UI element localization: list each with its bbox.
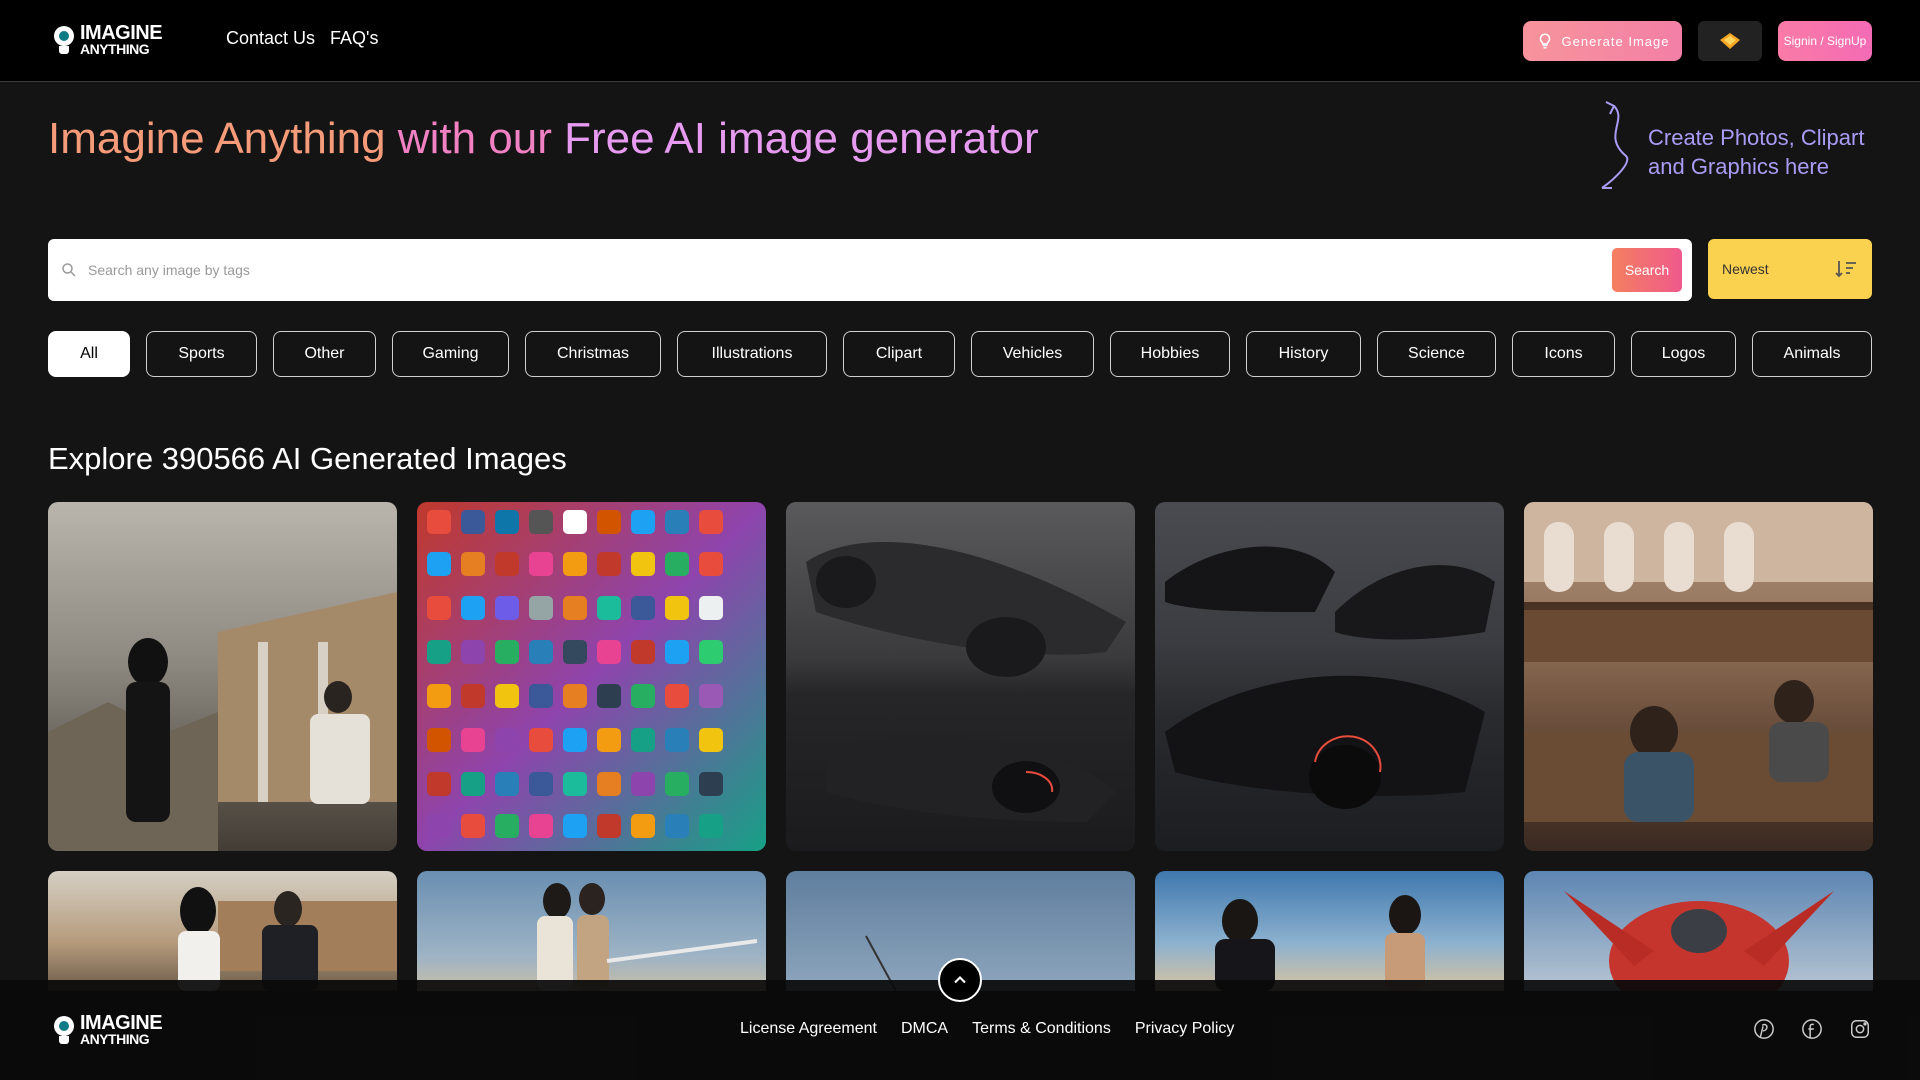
category-gaming[interactable]: Gaming bbox=[392, 331, 509, 377]
gallery-image bbox=[1564, 891, 1834, 991]
hero-note: Create Photos, Clipart and Graphics here bbox=[1648, 125, 1865, 179]
credits-button[interactable] bbox=[1698, 21, 1762, 61]
category-logos[interactable]: Logos bbox=[1631, 331, 1736, 377]
lightbulb-logo-icon bbox=[52, 24, 76, 56]
image-card[interactable] bbox=[417, 871, 766, 991]
category-clipart[interactable]: Clipart bbox=[843, 331, 955, 377]
sort-icon bbox=[1835, 261, 1856, 278]
footer-link-dmca[interactable]: DMCA bbox=[901, 1020, 948, 1038]
lightbulb-icon bbox=[1539, 33, 1550, 49]
instagram-icon[interactable] bbox=[1849, 1018, 1871, 1040]
footer-link-terms[interactable]: Terms & Conditions bbox=[972, 1020, 1111, 1038]
category-animals[interactable]: Animals bbox=[1752, 331, 1872, 377]
nav-contact-us[interactable]: Contact Us bbox=[226, 28, 315, 49]
category-other[interactable]: Other bbox=[273, 331, 376, 377]
chevron-up-icon bbox=[954, 976, 966, 984]
logo-line2: ANYTHING bbox=[80, 41, 150, 57]
gallery-image bbox=[1165, 546, 1495, 809]
gallery-image bbox=[1215, 895, 1425, 991]
signin-signup-button[interactable]: Signin / SignUp bbox=[1778, 21, 1872, 61]
image-card[interactable] bbox=[417, 502, 766, 851]
coins-icon bbox=[1720, 33, 1740, 49]
sort-dropdown[interactable]: Newest bbox=[1708, 239, 1872, 299]
image-card[interactable] bbox=[48, 871, 397, 991]
image-card[interactable] bbox=[1155, 871, 1504, 991]
hero-title-part2: with our bbox=[397, 114, 552, 163]
footer-logo[interactable]: IMAGINE ANYTHING bbox=[52, 1013, 163, 1047]
category-illustrations[interactable]: Illustrations bbox=[677, 331, 827, 377]
image-card[interactable] bbox=[48, 502, 397, 851]
category-history[interactable]: History bbox=[1246, 331, 1361, 377]
sort-value: Newest bbox=[1722, 261, 1769, 277]
hero-title-part1: Imagine Anything bbox=[48, 114, 386, 163]
category-vehicles[interactable]: Vehicles bbox=[971, 331, 1094, 377]
footer-logo-line2: ANYTHING bbox=[80, 1031, 150, 1047]
search-input[interactable] bbox=[88, 239, 1568, 301]
hero-title-part3: Free AI image generator bbox=[564, 114, 1039, 163]
generate-image-button[interactable]: Generate Image bbox=[1523, 21, 1682, 61]
facebook-icon[interactable] bbox=[1801, 1018, 1823, 1040]
image-card[interactable] bbox=[1524, 871, 1873, 991]
category-science[interactable]: Science bbox=[1377, 331, 1496, 377]
search-icon bbox=[62, 263, 76, 277]
category-christmas[interactable]: Christmas bbox=[525, 331, 661, 377]
image-card[interactable] bbox=[1524, 502, 1873, 851]
nav-faqs[interactable]: FAQ's bbox=[330, 28, 378, 49]
header-logo[interactable]: IMAGINE ANYTHING bbox=[52, 23, 163, 57]
explore-title: Explore 390566 AI Generated Images bbox=[48, 441, 567, 476]
hero-title: Imagine Anything with our Free AI image … bbox=[48, 114, 1039, 164]
gallery-image bbox=[806, 542, 1126, 822]
curved-arrow-icon bbox=[1601, 101, 1629, 189]
gallery-image bbox=[417, 502, 766, 851]
footer-links: License Agreement DMCA Terms & Condition… bbox=[740, 1020, 1234, 1038]
gallery-image bbox=[178, 887, 397, 991]
generate-image-label: Generate Image bbox=[1561, 33, 1670, 49]
category-filter-bar: All Sports Other Gaming Christmas Illust… bbox=[48, 331, 1872, 377]
image-card[interactable] bbox=[786, 502, 1135, 851]
search-bar: Search bbox=[48, 239, 1692, 301]
category-all[interactable]: All bbox=[48, 331, 130, 377]
gallery-image bbox=[537, 883, 758, 991]
search-button[interactable]: Search bbox=[1612, 248, 1682, 292]
gallery-image bbox=[1524, 502, 1873, 822]
category-hobbies[interactable]: Hobbies bbox=[1110, 331, 1230, 377]
gallery-image bbox=[48, 592, 397, 851]
category-sports[interactable]: Sports bbox=[146, 331, 257, 377]
category-icons[interactable]: Icons bbox=[1512, 331, 1615, 377]
pinterest-icon[interactable] bbox=[1753, 1018, 1775, 1040]
scroll-to-top-button[interactable] bbox=[938, 958, 982, 1002]
image-card[interactable] bbox=[1155, 502, 1504, 851]
lightbulb-logo-icon bbox=[52, 1014, 76, 1046]
footer-link-privacy[interactable]: Privacy Policy bbox=[1135, 1020, 1235, 1038]
footer-link-license[interactable]: License Agreement bbox=[740, 1020, 877, 1038]
